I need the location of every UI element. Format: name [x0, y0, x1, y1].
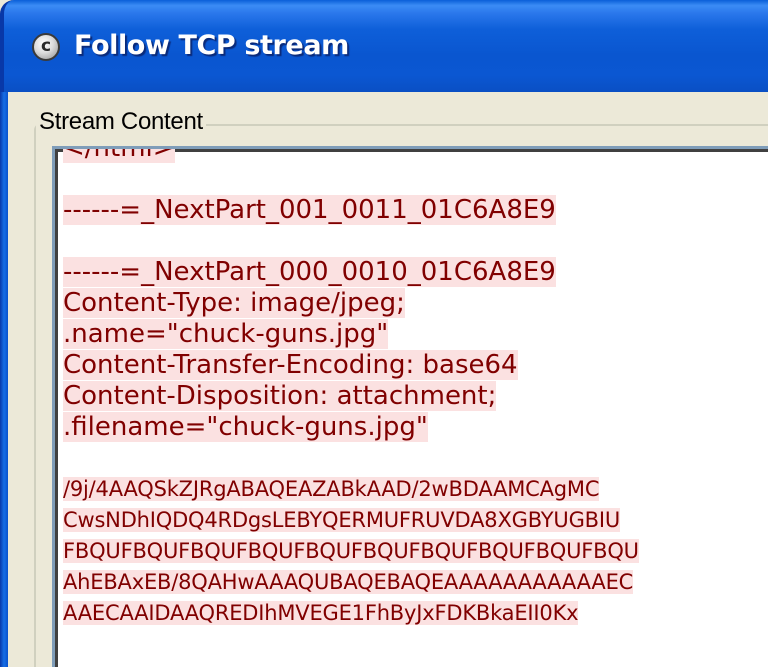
stream-line	[63, 164, 639, 195]
stream-line: /9j/4AAQSkZJRgABAQEAZABkAAD/2wBDAAMCAgMC	[63, 477, 600, 501]
stream-line: AAECAAIDAAQREDIhMVEGE1FhByJxFDKBkaEII0Kx	[63, 601, 579, 625]
window-frame-left	[0, 92, 8, 667]
stream-line: Content-Type: image/jpeg;	[63, 288, 405, 318]
follow-tcp-stream-window: c Follow TCP stream Stream Content </htm…	[0, 0, 768, 667]
app-icon-glyph: c	[40, 36, 52, 56]
wireshark-app-icon[interactable]: c	[32, 33, 60, 61]
stream-line: FBQUFBQUFBQUFBQUFBQUFBQUFBQUFBQUFBQUFBQU	[63, 539, 639, 563]
stream-line	[63, 443, 639, 474]
stream-lines: </html> ------=_NextPart_001_0011_01C6A8…	[63, 149, 639, 629]
window-title: Follow TCP stream	[74, 30, 349, 61]
stream-line: CwsNDhIQDQ4RDgsLEBYQERMUFRUVDA8XGBYUGBIU	[63, 508, 621, 532]
stream-line: ------=_NextPart_000_0010_01C6A8E9	[63, 257, 556, 287]
stream-line: AhEBAxEB/8QAHwAAAQUBAQEBAQEAAAAAAAAAAAEC	[63, 570, 634, 594]
stream-line: </html>	[63, 149, 639, 164]
stream-line	[63, 226, 639, 257]
stream-line: .filename="chuck-guns.jpg"	[63, 412, 428, 442]
title-bar[interactable]: c Follow TCP stream	[0, 0, 768, 92]
stream-line: Content-Disposition: attachment;	[63, 381, 497, 411]
stream-content-label: Stream Content	[36, 108, 206, 136]
stream-line: .name="chuck-guns.jpg"	[63, 319, 389, 349]
stream-content-textarea[interactable]: </html> ------=_NextPart_001_0011_01C6A8…	[52, 146, 768, 667]
stream-line: ------=_NextPart_001_0011_01C6A8E9	[63, 195, 556, 225]
stream-line: Content-Transfer-Encoding: base64	[63, 350, 518, 380]
